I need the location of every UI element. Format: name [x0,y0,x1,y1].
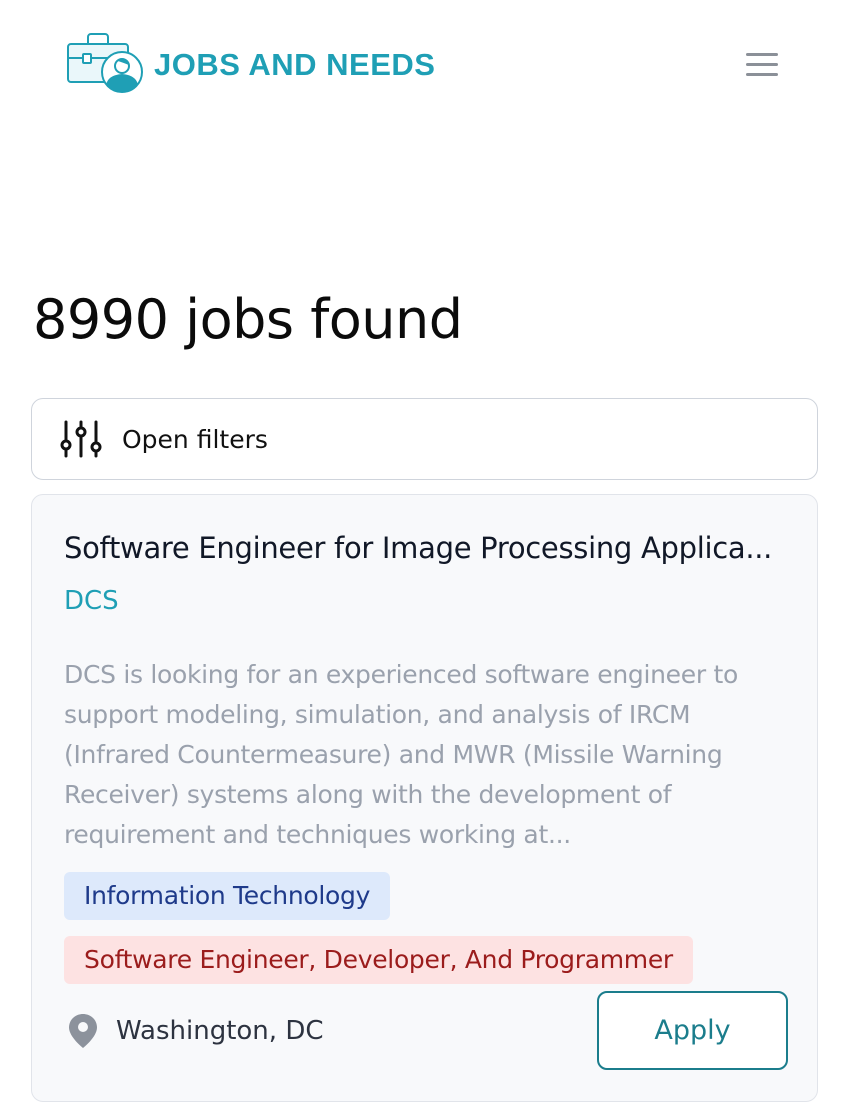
job-title[interactable]: Software Engineer for Image Processing A… [64,531,788,565]
company-name[interactable]: DCS [64,586,119,616]
location-text: Washington, DC [116,1016,324,1046]
logo[interactable]: JOBS AND NEEDS [66,30,435,96]
hamburger-menu-icon[interactable] [742,50,782,80]
site-header: JOBS AND NEEDS [0,0,850,130]
category-tag: Information Technology [64,872,391,920]
apply-button[interactable]: Apply [597,991,788,1070]
job-description: DCS is looking for an experienced softwa… [64,660,738,849]
map-pin-icon [69,1014,97,1048]
job-card[interactable]: Software Engineer for Image Processing A… [31,494,818,1102]
occupation-tag: Software Engineer, Developer, And Progra… [64,936,693,984]
briefcase-person-icon [67,33,143,93]
open-filters-label: Open filters [122,424,268,454]
logo-text: JOBS AND NEEDS [154,47,436,82]
open-filters-button[interactable]: Open filters [31,398,818,480]
sliders-icon [60,420,102,458]
results-count-title: 8990 jobs found [33,288,463,351]
job-location: Washington, DC [68,1013,324,1049]
